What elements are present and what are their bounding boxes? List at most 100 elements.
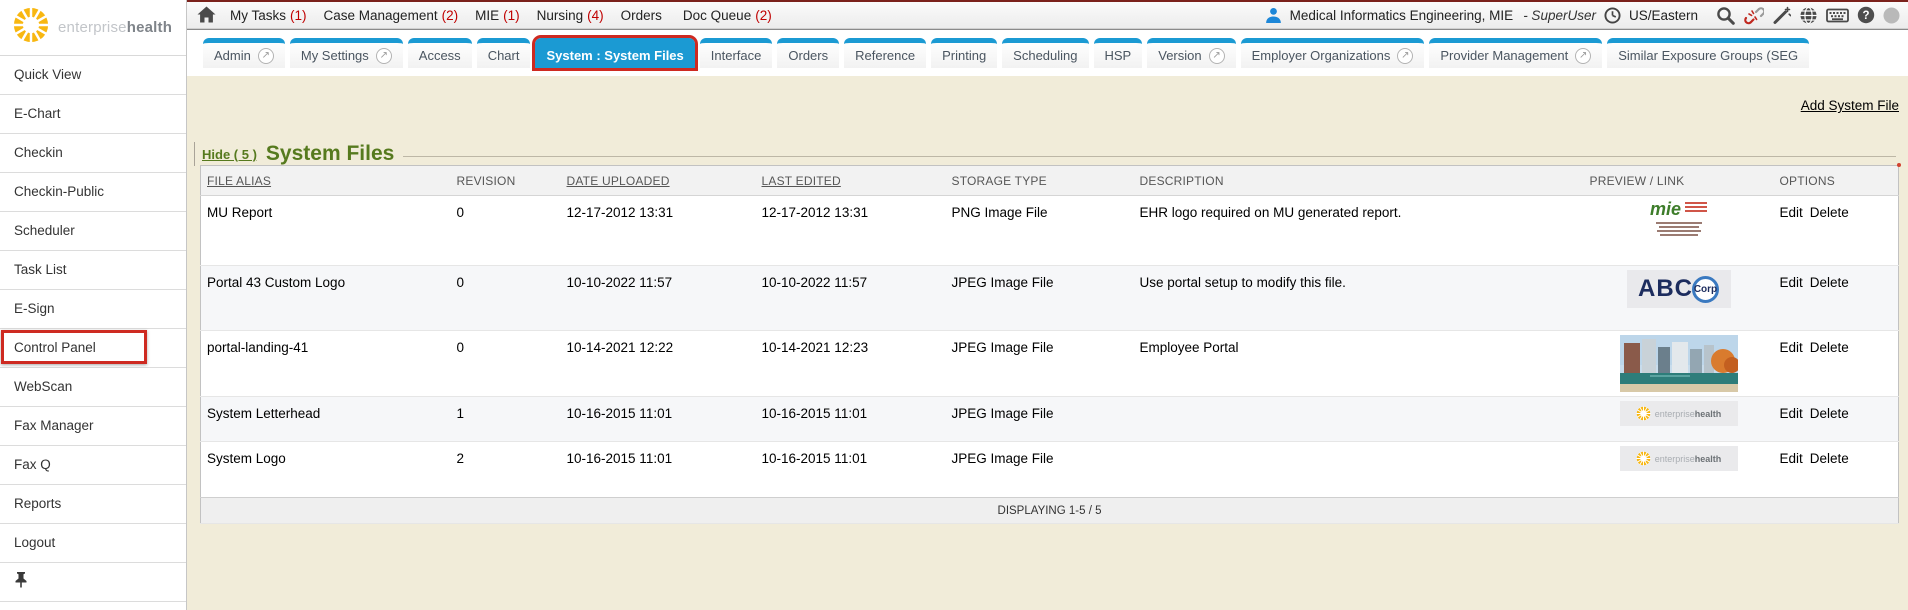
cell-storage-type: PNG Image File bbox=[946, 196, 1134, 266]
col-label[interactable]: FILE ALIAS bbox=[207, 174, 271, 188]
nav-orders[interactable]: Orders bbox=[621, 8, 666, 23]
sidebar-item-checkin-public[interactable]: Checkin-Public bbox=[0, 173, 186, 212]
sidebar-item-webscan[interactable]: WebScan bbox=[0, 368, 186, 407]
tab-interface[interactable]: Interface bbox=[700, 38, 773, 68]
nav-doc-queue[interactable]: Doc Queue (2) bbox=[683, 8, 772, 23]
system-files-table: FILE ALIAS REVISION DATE UPLOADED LAST E… bbox=[200, 165, 1899, 524]
tab-access[interactable]: Access bbox=[408, 38, 472, 68]
edit-link[interactable]: Edit bbox=[1780, 340, 1803, 355]
topbar-right: Medical Informatics Engineering, MIE - S… bbox=[1265, 6, 1900, 25]
cell-options: Edit Delete bbox=[1774, 442, 1899, 498]
tab-printing[interactable]: Printing bbox=[931, 38, 997, 68]
section-heading: Hide ( 5 ) System Files bbox=[194, 142, 1896, 166]
table-row: Portal 43 Custom Logo 0 10-10-2022 11:57… bbox=[201, 266, 1899, 331]
cell-file-alias: Portal 43 Custom Logo bbox=[201, 266, 451, 331]
nav-mie[interactable]: MIE (1) bbox=[475, 8, 520, 23]
col-label[interactable]: DATE UPLOADED bbox=[567, 174, 670, 188]
nav-count: (1) bbox=[503, 8, 520, 23]
edit-link[interactable]: Edit bbox=[1780, 451, 1803, 466]
city-photo-preview[interactable] bbox=[1620, 335, 1738, 392]
nav-label: Doc Queue bbox=[683, 8, 751, 23]
col-options: OPTIONS bbox=[1774, 166, 1899, 196]
delete-link[interactable]: Delete bbox=[1810, 451, 1849, 466]
nav-nursing[interactable]: Nursing(4) bbox=[537, 8, 604, 23]
delete-link[interactable]: Delete bbox=[1810, 406, 1849, 421]
delete-link[interactable]: Delete bbox=[1810, 275, 1849, 290]
sidebar-item-reports[interactable]: Reports bbox=[0, 485, 186, 524]
sidebar-item-task-list[interactable]: Task List bbox=[0, 251, 186, 290]
sidebar-item-logout[interactable]: Logout bbox=[0, 524, 186, 563]
external-link-icon: ↗ bbox=[1209, 48, 1225, 64]
edit-link[interactable]: Edit bbox=[1780, 205, 1803, 220]
tab-hsp[interactable]: HSP bbox=[1094, 38, 1143, 68]
delete-link[interactable]: Delete bbox=[1810, 205, 1849, 220]
mie-letterhead-preview[interactable]: mie bbox=[1633, 200, 1725, 236]
cell-options: Edit Delete bbox=[1774, 196, 1899, 266]
edit-link[interactable]: Edit bbox=[1780, 275, 1803, 290]
sidebar-item-fax-q[interactable]: Fax Q bbox=[0, 446, 186, 485]
help-icon[interactable]: ? bbox=[1857, 6, 1875, 24]
nav-case-management[interactable]: Case Management(2) bbox=[324, 8, 459, 23]
tab-similar-exposure-groups[interactable]: Similar Exposure Groups (SEG bbox=[1607, 38, 1809, 68]
tab-version[interactable]: Version↗ bbox=[1147, 38, 1235, 68]
globe-icon[interactable] bbox=[1799, 6, 1818, 25]
nav-count: (2) bbox=[755, 8, 772, 23]
table-row: System Logo 2 10-16-2015 11:01 10-16-201… bbox=[201, 442, 1899, 498]
tab-provider-management[interactable]: Provider Management↗ bbox=[1429, 38, 1602, 68]
clock-icon[interactable] bbox=[1604, 7, 1621, 24]
tab-label: Similar Exposure Groups (SEG bbox=[1618, 48, 1798, 63]
cell-date-uploaded: 10-10-2022 11:57 bbox=[561, 266, 756, 331]
tab-reference[interactable]: Reference bbox=[844, 38, 926, 68]
col-label: OPTIONS bbox=[1780, 174, 1835, 188]
pushpin-icon[interactable] bbox=[14, 571, 28, 593]
sidebar-item-e-chart[interactable]: E-Chart bbox=[0, 95, 186, 134]
sun-logo-icon bbox=[1636, 406, 1651, 421]
tab-orders[interactable]: Orders bbox=[777, 38, 839, 68]
sidebar-item-control-panel[interactable]: Control Panel bbox=[0, 329, 186, 368]
broken-link-icon[interactable] bbox=[1743, 6, 1764, 25]
col-file-alias[interactable]: FILE ALIAS bbox=[201, 166, 451, 196]
sidebar-item-scheduler[interactable]: Scheduler bbox=[0, 212, 186, 251]
abc-corp-logo-preview[interactable]: ABC Corp bbox=[1627, 270, 1731, 308]
magic-wand-icon[interactable] bbox=[1772, 6, 1791, 25]
tab-my-settings[interactable]: My Settings↗ bbox=[290, 38, 403, 68]
brand-logo: enterprisehealth bbox=[0, 0, 186, 56]
tab-scheduling[interactable]: Scheduling bbox=[1002, 38, 1088, 68]
tab-label: Admin bbox=[214, 48, 251, 63]
cell-last-edited: 10-16-2015 11:01 bbox=[756, 442, 946, 498]
sidebar-item-e-sign[interactable]: E-Sign bbox=[0, 290, 186, 329]
hide-toggle-link[interactable]: Hide ( 5 ) bbox=[202, 147, 257, 162]
col-last-edited[interactable]: LAST EDITED bbox=[756, 166, 946, 196]
tab-label: Employer Organizations bbox=[1252, 48, 1391, 63]
keyboard-icon[interactable] bbox=[1826, 7, 1849, 24]
cell-storage-type: JPEG Image File bbox=[946, 331, 1134, 397]
home-icon[interactable] bbox=[197, 6, 216, 24]
cell-date-uploaded: 12-17-2012 13:31 bbox=[561, 196, 756, 266]
user-icon[interactable] bbox=[1265, 7, 1282, 24]
tab-label: Interface bbox=[711, 48, 762, 63]
mie-logo-dot bbox=[1897, 163, 1901, 167]
search-icon[interactable] bbox=[1716, 6, 1735, 25]
enterprisehealth-logo-preview[interactable]: enterprisehealth bbox=[1620, 446, 1738, 471]
edit-link[interactable]: Edit bbox=[1780, 406, 1803, 421]
delete-link[interactable]: Delete bbox=[1810, 340, 1849, 355]
sidebar-item-checkin[interactable]: Checkin bbox=[0, 134, 186, 173]
cell-description: Employee Portal bbox=[1134, 331, 1584, 397]
cell-revision: 1 bbox=[451, 397, 561, 442]
paging-status: DISPLAYING 1-5 / 5 bbox=[201, 498, 1899, 524]
cell-description: EHR logo required on MU generated report… bbox=[1134, 196, 1584, 266]
eh-wordmark: enterprisehealth bbox=[1655, 409, 1722, 419]
nav-my-tasks[interactable]: My Tasks(1) bbox=[230, 8, 307, 23]
tab-employer-organizations[interactable]: Employer Organizations↗ bbox=[1241, 38, 1425, 68]
tab-admin[interactable]: Admin↗ bbox=[203, 38, 285, 68]
col-label[interactable]: LAST EDITED bbox=[762, 174, 841, 188]
cell-storage-type: JPEG Image File bbox=[946, 266, 1134, 331]
nav-label: MIE bbox=[475, 8, 499, 23]
enterprisehealth-logo-preview[interactable]: enterprisehealth bbox=[1620, 401, 1738, 426]
col-date-uploaded[interactable]: DATE UPLOADED bbox=[561, 166, 756, 196]
tab-chart[interactable]: Chart bbox=[477, 38, 531, 68]
sidebar-item-quick-view[interactable]: Quick View bbox=[0, 56, 186, 95]
tab-system-system-files[interactable]: System : System Files bbox=[535, 38, 694, 68]
add-system-file-link[interactable]: Add System File bbox=[1801, 98, 1899, 113]
sidebar-item-fax-manager[interactable]: Fax Manager bbox=[0, 407, 186, 446]
